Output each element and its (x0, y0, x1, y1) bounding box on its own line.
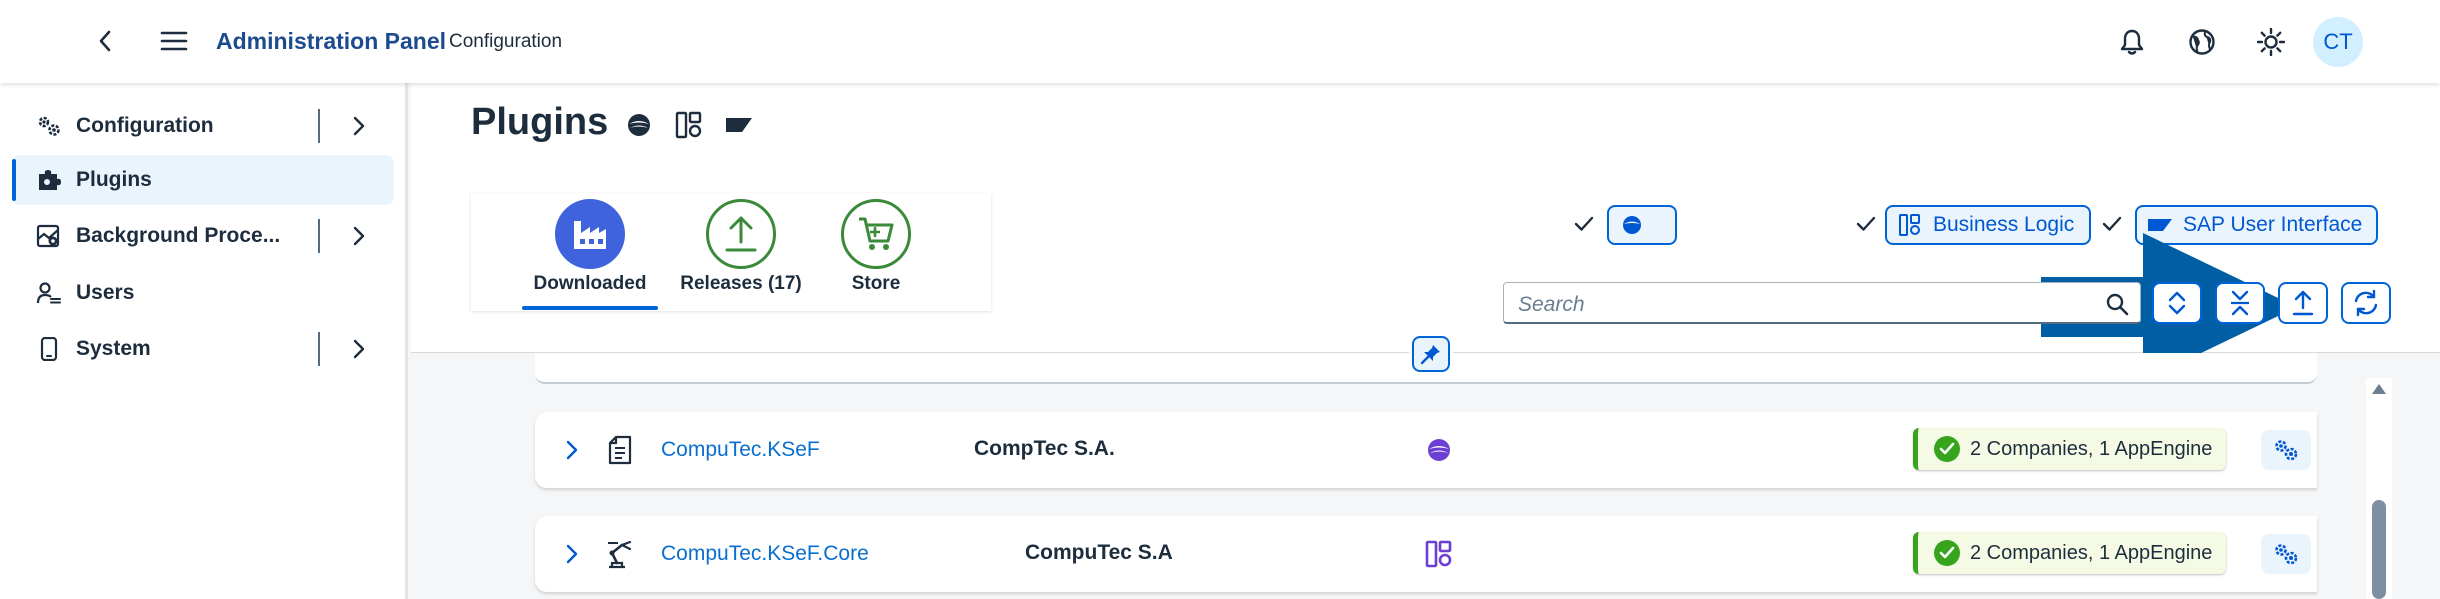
collapse-all-icon (2231, 290, 2249, 316)
tab-store[interactable]: Store (821, 193, 931, 311)
scroll-up-icon[interactable] (2372, 384, 2386, 394)
shell-bar: Administration Panel Configuration CT (0, 0, 2440, 83)
tab-releases[interactable]: Releases (17) (666, 193, 816, 311)
sidebar-item-label: Plugins (76, 168, 152, 191)
tag-icon (723, 109, 755, 141)
sidebar-item-plugins[interactable]: Plugins (12, 155, 394, 205)
business-logic-icon (1423, 538, 1455, 570)
back-button[interactable] (90, 26, 120, 56)
separator (318, 219, 320, 253)
collapse-all-button[interactable] (2215, 282, 2265, 324)
plugin-vendor: CompTec S.A. (974, 437, 1115, 460)
page-header: Plugins Downloaded Releases (17) Store B… (411, 83, 2440, 381)
globe-icon (2189, 29, 2215, 55)
eclipse-icon (623, 109, 655, 141)
upload-icon (2292, 290, 2314, 316)
vertical-scrollbar[interactable] (2366, 378, 2392, 599)
upload-icon (706, 199, 776, 269)
gears-icon (2275, 440, 2298, 461)
sidebar-item-label: System (76, 337, 151, 360)
gears-icon (36, 114, 62, 138)
cart-icon (841, 199, 911, 269)
users-icon (36, 281, 62, 305)
chevron-right-icon[interactable] (559, 541, 585, 567)
sun-icon (2257, 28, 2285, 56)
chevron-left-icon (99, 30, 111, 52)
plugin-name-link[interactable]: CompuTec.KSeF.Core (661, 542, 869, 566)
plugin-settings-button[interactable] (2261, 430, 2311, 470)
user-avatar[interactable]: CT (2313, 17, 2363, 67)
puzzle-icon (36, 168, 62, 192)
bell-icon (2120, 29, 2144, 55)
tab-bar: Downloaded Releases (17) Store (471, 193, 991, 311)
refresh-icon (2354, 289, 2378, 317)
eclipse-icon (1423, 434, 1455, 466)
sidebar-item-configuration[interactable]: Configuration (12, 101, 394, 151)
status-text: 2 Companies, 1 AppEngine (1970, 541, 2213, 564)
chevron-right-icon[interactable] (348, 115, 370, 137)
success-icon (1934, 540, 1960, 566)
pin-header-button[interactable] (1412, 336, 1450, 372)
app-title[interactable]: Administration Panel (216, 28, 446, 55)
check-icon (1572, 212, 1596, 236)
page-title: Plugins (471, 101, 609, 143)
plugin-row[interactable]: CompuTec.KSeF CompTec S.A. 2 Companies, … (535, 412, 2317, 488)
side-navigation: Configuration Plugins Background Proce..… (0, 83, 408, 599)
theme-button[interactable] (2253, 24, 2289, 60)
menu-icon (160, 31, 188, 51)
business-logic-icon (673, 109, 705, 141)
filter-token-eclipse[interactable] (1607, 205, 1677, 245)
expand-all-button[interactable] (2152, 282, 2202, 324)
plugin-list: CompuTec.KSeF CompTec S.A. 2 Companies, … (411, 353, 2440, 599)
language-button[interactable] (2184, 24, 2220, 60)
device-icon (36, 337, 62, 361)
check-icon (1854, 212, 1878, 236)
factory-icon (555, 199, 625, 269)
tab-label: Downloaded (533, 273, 647, 294)
chevron-right-icon[interactable] (348, 225, 370, 247)
refresh-button[interactable] (2341, 282, 2391, 324)
status-badge: 2 Companies, 1 AppEngine (1913, 532, 2227, 574)
gears-icon (2275, 544, 2298, 565)
sidebar-item-label: Configuration (76, 114, 214, 137)
app-subtitle: Configuration (449, 31, 563, 52)
sidebar-item-label: Background Proce... (76, 224, 281, 247)
tab-label: Releases (17) (680, 273, 802, 294)
search-icon[interactable] (2104, 291, 2130, 317)
robot-arm-icon (605, 538, 635, 570)
eclipse-icon (1617, 212, 1647, 238)
plugin-settings-button[interactable] (2261, 534, 2311, 574)
upload-button[interactable] (2278, 282, 2328, 324)
success-icon (1934, 436, 1960, 462)
scrollbar-thumb[interactable] (2372, 500, 2386, 599)
menu-button[interactable] (158, 26, 190, 56)
chevron-right-icon[interactable] (348, 338, 370, 360)
sidebar-item-system[interactable]: System (12, 324, 394, 374)
notifications-button[interactable] (2114, 24, 2150, 60)
search-placeholder: Search (1518, 293, 1585, 316)
plugin-vendor: CompuTec S.A (1025, 541, 1173, 564)
background-process-icon (36, 224, 62, 248)
status-text: 2 Companies, 1 AppEngine (1970, 437, 2213, 460)
tab-downloaded[interactable]: Downloaded (522, 193, 658, 311)
business-logic-icon (1895, 212, 1925, 238)
search-input[interactable]: Search (1503, 282, 2141, 324)
selected-tab-indicator (522, 306, 658, 310)
status-badge: 2 Companies, 1 AppEngine (1913, 428, 2227, 470)
sidebar-item-label: Users (76, 281, 135, 304)
separator (318, 109, 320, 143)
chevron-right-icon[interactable] (559, 437, 585, 463)
sidebar-item-users[interactable]: Users (12, 268, 394, 318)
sidebar-item-background-processes[interactable]: Background Proce... (12, 211, 394, 261)
expand-all-icon (2168, 291, 2186, 315)
pin-icon (1420, 345, 1440, 365)
document-icon (605, 434, 635, 466)
plugin-row[interactable]: CompuTec.KSeF.Core CompuTec S.A 2 Compan… (535, 516, 2317, 592)
plugin-name-link[interactable]: CompuTec.KSeF (661, 438, 820, 462)
separator (318, 332, 320, 366)
tab-label: Store (851, 273, 901, 294)
